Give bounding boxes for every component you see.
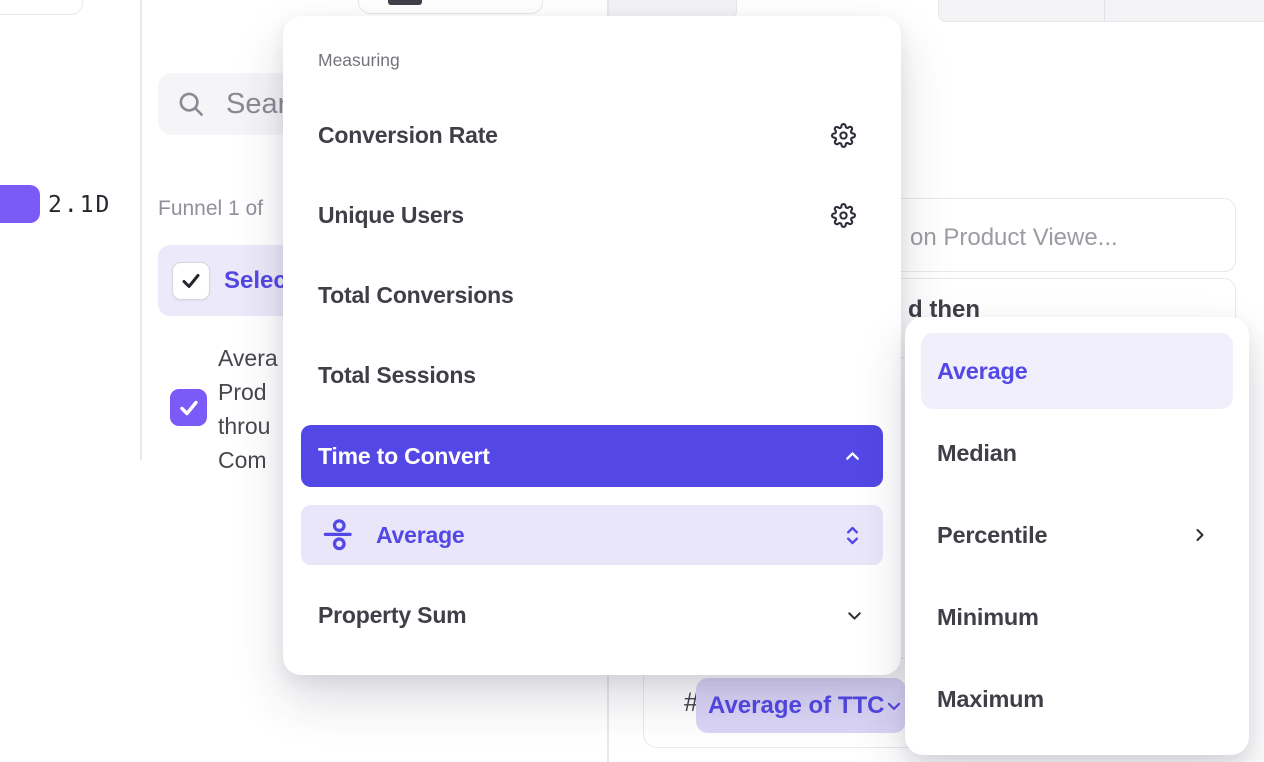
step-description-line: Prod — [218, 375, 278, 409]
unfold-icon — [843, 524, 862, 547]
menu-item-total-sessions[interactable]: Total Sessions — [283, 343, 901, 407]
chevron-down-icon — [884, 696, 904, 716]
divide-average-icon — [320, 517, 357, 554]
top-toolbar-button-icon — [388, 0, 422, 5]
gear-icon[interactable] — [831, 203, 856, 228]
select-all-checkbox[interactable] — [172, 262, 210, 300]
submenu-item-median[interactable]: Median — [905, 421, 1249, 485]
menu-item-ttc-average[interactable]: Average — [301, 505, 883, 565]
menu-item-time-to-convert[interactable]: Time to Convert — [301, 425, 883, 487]
menu-item-property-sum[interactable]: Property Sum — [283, 583, 901, 647]
menu-item-conversion-rate[interactable]: Conversion Rate — [283, 103, 901, 167]
select-all-label: Selec — [224, 267, 287, 295]
series-color-chip — [0, 185, 40, 223]
menu-header: Measuring — [318, 50, 400, 71]
top-left-card-fragment — [0, 0, 83, 15]
checkmark-icon — [177, 396, 201, 420]
checkmark-icon — [179, 269, 203, 293]
metric-value-label: 2.1D — [48, 192, 111, 218]
chevron-right-icon — [1190, 525, 1210, 545]
step-description-line: throu — [218, 409, 278, 443]
submenu-item-average[interactable]: Average — [921, 333, 1233, 409]
measuring-menu: Measuring Conversion Rate Unique Users T… — [283, 16, 901, 675]
chevron-up-icon — [842, 446, 863, 467]
submenu-item-maximum[interactable]: Maximum — [905, 667, 1249, 731]
step-checkbox[interactable] — [170, 389, 207, 426]
search-text: Sear — [226, 88, 287, 121]
event-step-label: on Product Viewe... — [910, 224, 1118, 252]
gear-icon[interactable] — [831, 123, 856, 148]
top-gray-panel-right — [938, 0, 1264, 22]
menu-item-total-conversions[interactable]: Total Conversions — [283, 263, 901, 327]
metric-pill-button[interactable]: Average of TTC — [696, 678, 906, 733]
submenu-item-minimum[interactable]: Minimum — [905, 585, 1249, 649]
app-root: Sear 2.1D Funnel 1 of Selec Avera Prod t… — [0, 0, 1264, 762]
top-toolbar-button[interactable] — [358, 0, 543, 14]
funnel-count-label: Funnel 1 of — [158, 197, 263, 221]
aggregation-submenu: Average Median Percentile Minimum Maximu… — [905, 317, 1249, 755]
submenu-item-percentile[interactable]: Percentile — [905, 503, 1249, 567]
step-description-line: Com — [218, 443, 278, 477]
menu-item-unique-users[interactable]: Unique Users — [283, 183, 901, 247]
chevron-down-icon — [844, 605, 865, 626]
metric-pill-label: Average of TTC — [708, 692, 884, 720]
top-gray-panel-divider — [1104, 0, 1105, 21]
step-description-line: Avera — [218, 341, 278, 375]
left-pane-divider — [140, 0, 142, 460]
search-icon — [176, 89, 206, 119]
step-description: Avera Prod throu Com — [218, 341, 278, 477]
